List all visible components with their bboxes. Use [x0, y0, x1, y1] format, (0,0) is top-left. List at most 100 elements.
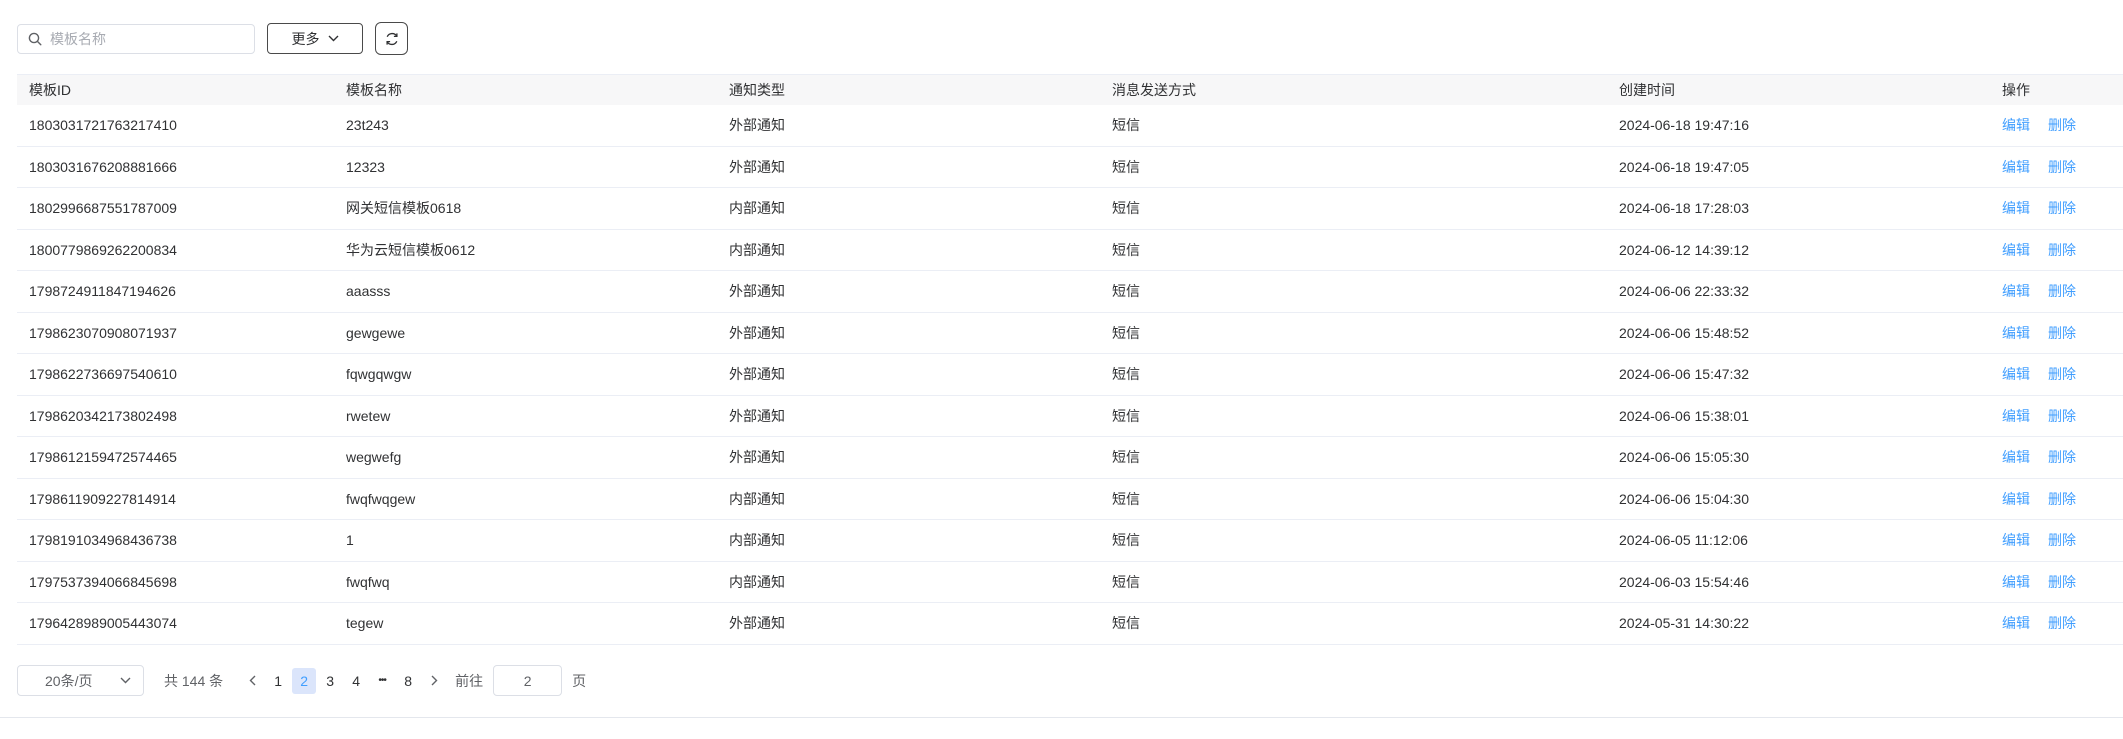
- delete-link[interactable]: 删除: [2048, 281, 2076, 301]
- cell-method: 短信: [1112, 407, 1140, 424]
- edit-link[interactable]: 编辑: [2002, 157, 2030, 177]
- table-row: 1803031676208881666 12323 外部通知 短信 2024-0…: [17, 147, 2123, 188]
- table-row: 1798191034968436738 1 内部通知 短信 2024-06-05…: [17, 520, 2123, 562]
- delete-link[interactable]: 删除: [2048, 198, 2076, 218]
- next-page-button[interactable]: [422, 668, 446, 694]
- delete-link[interactable]: 删除: [2048, 613, 2076, 633]
- delete-link[interactable]: 删除: [2048, 572, 2076, 592]
- cell-actions: 编辑 删除: [1990, 489, 2123, 509]
- page-size-label: 20条/页: [45, 672, 93, 689]
- cell-actions: 编辑 删除: [1990, 364, 2123, 384]
- table-row: 1798612159472574465 wegwefg 外部通知 短信 2024…: [17, 437, 2123, 479]
- more-button-label: 更多: [291, 30, 320, 47]
- search-icon: [28, 32, 42, 46]
- edit-link[interactable]: 编辑: [2002, 323, 2030, 343]
- cell-method: 短信: [1112, 241, 1140, 258]
- cell-name: rwetew: [346, 407, 391, 424]
- cell-actions: 编辑 删除: [1990, 406, 2123, 426]
- cell-type: 内部通知: [729, 532, 785, 549]
- cell-actions: 编辑 删除: [1990, 323, 2123, 343]
- cell-actions: 编辑 删除: [1990, 240, 2123, 260]
- cell-type: 外部通知: [729, 449, 785, 466]
- cell-method: 短信: [1112, 117, 1140, 134]
- chevron-right-icon: [431, 675, 438, 686]
- edit-link[interactable]: 编辑: [2002, 572, 2030, 592]
- page-button-3[interactable]: 3: [318, 668, 342, 694]
- cell-actions: 编辑 删除: [1990, 613, 2123, 633]
- goto-page-input[interactable]: [493, 665, 563, 696]
- cell-time: 2024-06-06 15:47:32: [1619, 366, 1749, 383]
- delete-link[interactable]: 删除: [2048, 489, 2076, 509]
- page-size-select[interactable]: 20条/页: [17, 665, 144, 696]
- edit-link[interactable]: 编辑: [2002, 115, 2030, 135]
- table-row: 1798611909227814914 fwqfwqgew 内部通知 短信 20…: [17, 479, 2123, 520]
- cell-type: 内部通知: [729, 490, 785, 507]
- page-button-last[interactable]: 8: [396, 668, 420, 694]
- more-pages-ellipsis[interactable]: •••: [370, 668, 394, 694]
- edit-link[interactable]: 编辑: [2002, 406, 2030, 426]
- cell-actions: 编辑 删除: [1990, 447, 2123, 467]
- refresh-button[interactable]: [375, 22, 408, 55]
- page-button-1[interactable]: 1: [266, 668, 290, 694]
- cell-time: 2024-06-12 14:39:12: [1619, 241, 1749, 258]
- cell-id: 1798622736697540610: [29, 366, 177, 383]
- cell-id: 1798191034968436738: [29, 532, 177, 549]
- table-row: 1800779869262200834 华为云短信模板0612 内部通知 短信 …: [17, 230, 2123, 271]
- delete-link[interactable]: 删除: [2048, 364, 2076, 384]
- table-row: 1798623070908071937 gewgewe 外部通知 短信 2024…: [17, 313, 2123, 354]
- delete-link[interactable]: 删除: [2048, 157, 2076, 177]
- cell-name: aaasss: [346, 283, 391, 300]
- cell-id: 1803031676208881666: [29, 158, 177, 175]
- chevron-down-icon: [328, 35, 338, 42]
- delete-link[interactable]: 删除: [2048, 240, 2076, 260]
- edit-link[interactable]: 编辑: [2002, 240, 2030, 260]
- cell-name: 1: [346, 532, 354, 549]
- edit-link[interactable]: 编辑: [2002, 281, 2030, 301]
- column-header-actions: 操作: [2002, 82, 2030, 98]
- delete-link[interactable]: 删除: [2048, 115, 2076, 135]
- edit-link[interactable]: 编辑: [2002, 530, 2030, 550]
- page-button-2[interactable]: 2: [292, 667, 317, 694]
- table-row: 1802996687551787009 网关短信模板0618 内部通知 短信 2…: [17, 188, 2123, 230]
- page-button-4[interactable]: 4: [344, 668, 368, 694]
- cell-type: 内部通知: [729, 241, 785, 258]
- table-row: 1798724911847194626 aaasss 外部通知 短信 2024-…: [17, 271, 2123, 313]
- pagination: 20条/页 共 144 条 1 2 3 4 ••• 8 前往 页: [17, 665, 586, 696]
- delete-link[interactable]: 删除: [2048, 447, 2076, 467]
- edit-link[interactable]: 编辑: [2002, 489, 2030, 509]
- cell-actions: 编辑 删除: [1990, 572, 2123, 592]
- search-input[interactable]: [50, 30, 244, 47]
- cell-time: 2024-06-06 15:04:30: [1619, 490, 1749, 507]
- cell-name: fwqfwqgew: [346, 490, 416, 507]
- prev-page-button[interactable]: [240, 668, 264, 694]
- cell-method: 短信: [1112, 573, 1140, 590]
- table-row: 1796428989005443074 tegew 外部通知 短信 2024-0…: [17, 603, 2123, 645]
- cell-time: 2024-06-06 15:38:01: [1619, 407, 1749, 424]
- cell-id: 1798612159472574465: [29, 449, 177, 466]
- chevron-left-icon: [249, 675, 256, 686]
- goto-prefix: 前往: [455, 672, 484, 689]
- cell-type: 外部通知: [729, 324, 785, 341]
- table-row: 1797537394066845698 fwqfwq 内部通知 短信 2024-…: [17, 562, 2123, 603]
- cell-actions: 编辑 删除: [1990, 530, 2123, 550]
- cell-name: 华为云短信模板0612: [346, 241, 476, 258]
- search-box[interactable]: [17, 23, 255, 54]
- delete-link[interactable]: 删除: [2048, 530, 2076, 550]
- edit-link[interactable]: 编辑: [2002, 364, 2030, 384]
- delete-link[interactable]: 删除: [2048, 406, 2076, 426]
- delete-link[interactable]: 删除: [2048, 323, 2076, 343]
- cell-id: 1798623070908071937: [29, 324, 177, 341]
- cell-id: 1796428989005443074: [29, 615, 177, 632]
- more-button[interactable]: 更多: [267, 23, 363, 54]
- bottom-divider: [0, 717, 2123, 718]
- cell-time: 2024-06-03 15:54:46: [1619, 573, 1749, 590]
- cell-id: 1798724911847194626: [29, 283, 176, 300]
- cell-method: 短信: [1112, 158, 1140, 175]
- cell-time: 2024-06-18 19:47:05: [1619, 158, 1749, 175]
- edit-link[interactable]: 编辑: [2002, 447, 2030, 467]
- edit-link[interactable]: 编辑: [2002, 198, 2030, 218]
- cell-name: fwqfwq: [346, 573, 390, 590]
- cell-type: 外部通知: [729, 407, 785, 424]
- cell-name: tegew: [346, 615, 384, 632]
- edit-link[interactable]: 编辑: [2002, 613, 2030, 633]
